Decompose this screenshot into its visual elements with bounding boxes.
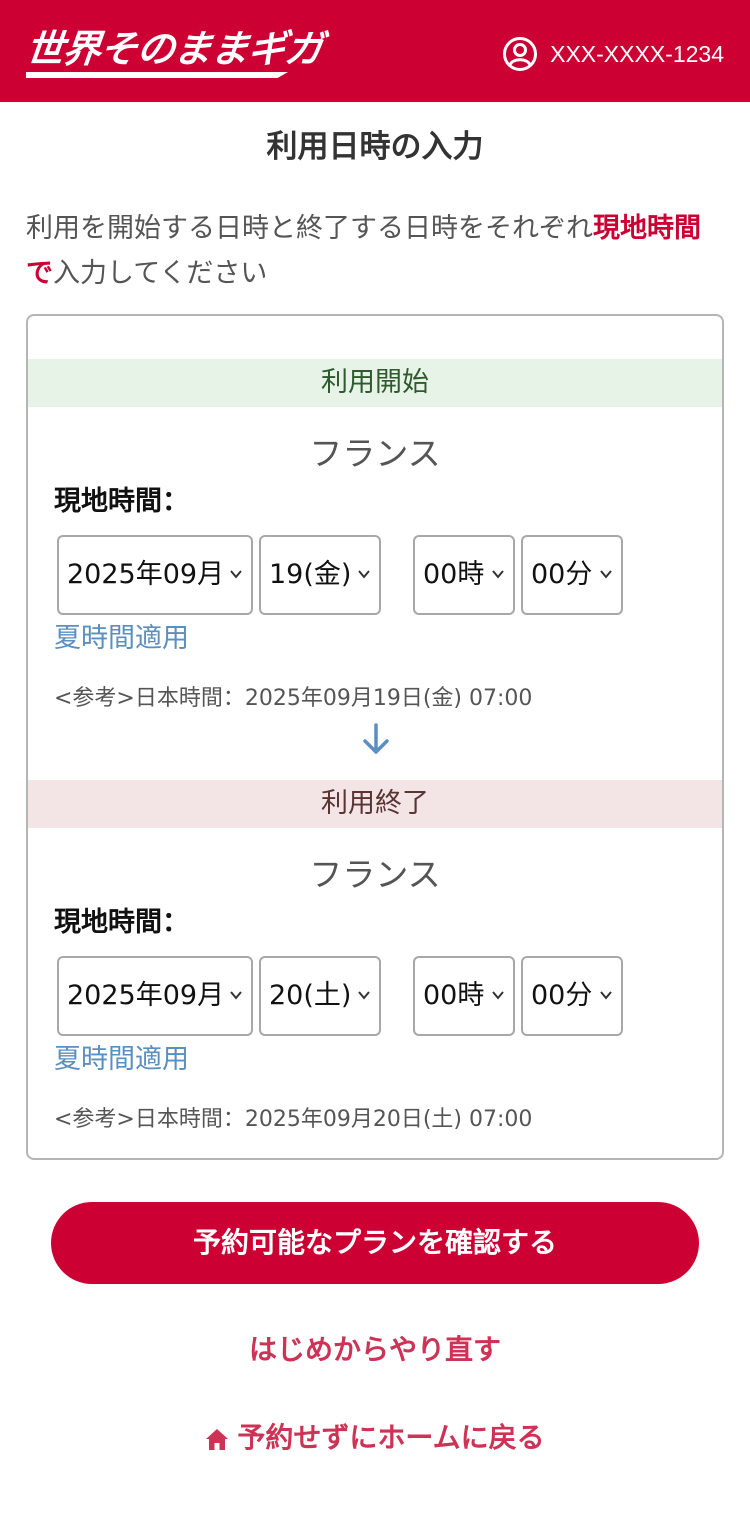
intro-text: 利用を開始する日時と終了する日時をそれぞれ現地時間で入力してください [26,206,726,296]
end-section-header: 利用終了 [28,780,722,828]
return-home-label: 予約せずにホームに戻る [237,1421,545,1454]
page-title: 利用日時の入力 [266,129,484,165]
start-year-month-select[interactable]: 2025年09月 [57,535,253,615]
return-home-link[interactable]: 予約せずにホームに戻る [0,1416,750,1460]
end-dst-link[interactable]: 夏時間適用 [54,1040,189,1080]
chevron-down-icon [600,570,612,579]
end-day-value: 20(土) [269,980,352,1011]
end-country-name: フランス [309,855,441,894]
start-local-time-label: 現地時間： [54,486,189,517]
end-hour-value: 00時 [423,980,485,1011]
end-day-select[interactable]: 20(土) [259,956,381,1036]
end-year-month-select[interactable]: 2025年09月 [57,956,253,1036]
start-hour-select[interactable]: 00時 [413,535,515,615]
chevron-down-icon [358,991,370,1000]
arrow-down-icon [363,723,389,754]
home-icon [206,1429,229,1450]
end-hour-select[interactable]: 00時 [413,956,515,1036]
chevron-down-icon [492,991,504,1000]
end-minute-value: 00分 [531,980,593,1011]
user-circle-icon [503,37,538,71]
start-hour-value: 00時 [423,559,485,590]
chevron-down-icon [358,570,370,579]
chevron-down-icon [492,570,504,579]
start-minute-select[interactable]: 00分 [521,535,623,615]
account-number: XXX-XXXX-1234 [550,40,724,67]
intro-text-before: 利用を開始する日時と終了する日時をそれぞれ [26,213,593,244]
end-local-time-label: 現地時間： [54,907,189,938]
brand-logo[interactable]: 世界そのままギガ [24,26,325,72]
start-section-header: 利用開始 [28,359,722,407]
start-country-name: フランス [309,434,441,473]
end-year-month-value: 2025年09月 [67,980,225,1011]
app-header: 世界そのままギガ XXX-XXXX-1234 [0,0,750,102]
start-japan-time-reference: <参考>日本時間：2025年09月19日(金) 07:00 [54,686,533,711]
account-indicator[interactable]: XXX-XXXX-1234 [502,34,724,74]
start-day-select[interactable]: 19(金) [259,535,381,615]
chevron-down-icon [600,991,612,1000]
brand-logo-underline [26,72,288,78]
chevron-down-icon [230,570,242,579]
intro-text-after: 入力してください [53,258,268,289]
restart-link[interactable]: はじめからやり直す [0,1328,750,1372]
start-dst-link[interactable]: 夏時間適用 [54,619,189,659]
confirm-plans-button[interactable]: 予約可能なプランを確認する [51,1202,699,1284]
datetime-form-card: 利用開始 フランス 現地時間： 2025年09月 19(金) 00時 00分 夏… [26,314,724,1160]
start-year-month-value: 2025年09月 [67,559,225,590]
chevron-down-icon [230,991,242,1000]
start-minute-value: 00分 [531,559,593,590]
end-minute-select[interactable]: 00分 [521,956,623,1036]
end-japan-time-reference: <参考>日本時間：2025年09月20日(土) 07:00 [54,1107,533,1132]
start-day-value: 19(金) [269,559,352,590]
